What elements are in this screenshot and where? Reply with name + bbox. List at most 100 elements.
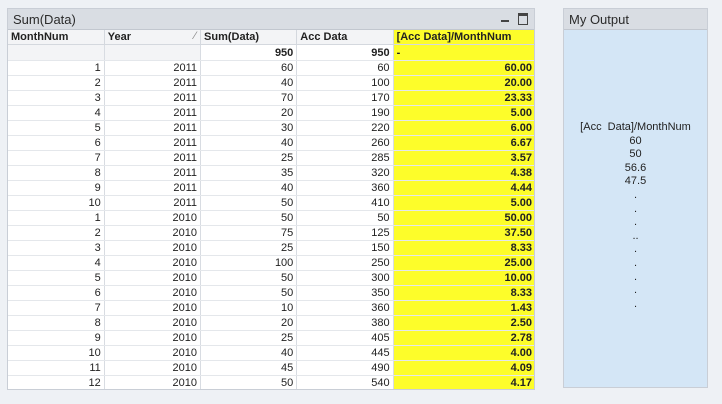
cell-sum-data: 20 bbox=[200, 105, 298, 121]
table-row[interactable]: 6 2010 50 350 8.33 bbox=[8, 285, 534, 301]
table-row[interactable]: 2 2011 40 100 20.00 bbox=[8, 75, 534, 91]
cell-sum-data: 50 bbox=[200, 375, 298, 389]
cell-ratio: 37.50 bbox=[393, 225, 534, 241]
column-header-acc-data[interactable]: Acc Data bbox=[296, 30, 394, 45]
table-row[interactable]: 3 2010 25 150 8.33 bbox=[8, 240, 534, 256]
table-row[interactable]: 1 2010 50 50 50.00 bbox=[8, 210, 534, 226]
column-header-year-label: Year bbox=[107, 31, 132, 43]
cell-acc-data: 360 bbox=[296, 180, 394, 196]
cell-ratio: 5.00 bbox=[393, 195, 534, 211]
table-row[interactable]: 9 2010 25 405 2.78 bbox=[8, 330, 534, 346]
cell-acc-data: 410 bbox=[296, 195, 394, 211]
cell-acc-data: 285 bbox=[296, 150, 394, 166]
cell-sum-data: 50 bbox=[200, 195, 298, 211]
output-value: 60 bbox=[629, 134, 642, 147]
cell-acc-data: 50 bbox=[296, 210, 394, 226]
table-row[interactable]: 5 2011 30 220 6.00 bbox=[8, 120, 534, 136]
cell-ratio: 6.00 bbox=[393, 120, 534, 136]
total-sum: 950 bbox=[200, 44, 298, 61]
cell-monthnum: 6 bbox=[8, 135, 105, 151]
cell-monthnum: 4 bbox=[8, 255, 105, 271]
table-row[interactable]: 7 2011 25 285 3.57 bbox=[8, 150, 534, 166]
output-panel-caption[interactable]: My Output bbox=[564, 9, 707, 30]
column-header-monthnum[interactable]: MonthNum bbox=[8, 30, 105, 45]
cell-acc-data: 260 bbox=[296, 135, 394, 151]
cell-monthnum: 7 bbox=[8, 150, 105, 166]
cell-year: 2011 bbox=[104, 150, 202, 166]
table-row[interactable]: 11 2010 45 490 4.09 bbox=[8, 360, 534, 376]
header-row: MonthNum Year ⁄ Sum(Data) Acc Data [Acc D… bbox=[8, 30, 534, 45]
table-row[interactable]: 4 2011 20 190 5.00 bbox=[8, 105, 534, 121]
cell-acc-data: 250 bbox=[296, 255, 394, 271]
cell-ratio: 23.33 bbox=[393, 90, 534, 106]
table-row[interactable]: 12 2010 50 540 4.17 bbox=[8, 375, 534, 389]
totals-blank bbox=[104, 44, 202, 61]
cell-monthnum: 1 bbox=[8, 210, 105, 226]
column-header-year[interactable]: Year ⁄ bbox=[104, 30, 202, 45]
main-panel-title: Sum(Data) bbox=[13, 11, 76, 27]
cell-monthnum: 9 bbox=[8, 330, 105, 346]
cell-monthnum: 5 bbox=[8, 120, 105, 136]
cell-acc-data: 60 bbox=[296, 60, 394, 76]
cell-ratio: 8.33 bbox=[393, 285, 534, 301]
table-row[interactable]: 8 2010 20 380 2.50 bbox=[8, 315, 534, 331]
total-acc: 950 bbox=[296, 44, 394, 61]
cell-monthnum: 10 bbox=[8, 345, 105, 361]
table-row[interactable]: 2 2010 75 125 37.50 bbox=[8, 225, 534, 241]
cell-year: 2010 bbox=[104, 210, 202, 226]
cell-monthnum: 3 bbox=[8, 90, 105, 106]
cell-sum-data: 40 bbox=[200, 75, 298, 91]
cell-year: 2010 bbox=[104, 330, 202, 346]
cell-acc-data: 350 bbox=[296, 285, 394, 301]
cell-sum-data: 25 bbox=[200, 330, 298, 346]
cell-year: 2011 bbox=[104, 90, 202, 106]
cell-monthnum: 4 bbox=[8, 105, 105, 121]
cell-sum-data: 60 bbox=[200, 60, 298, 76]
cell-year: 2011 bbox=[104, 120, 202, 136]
table-row[interactable]: 4 2010 100 250 25.00 bbox=[8, 255, 534, 271]
cell-acc-data: 490 bbox=[296, 360, 394, 376]
cell-year: 2010 bbox=[104, 270, 202, 286]
cell-acc-data: 380 bbox=[296, 315, 394, 331]
cell-ratio: 5.00 bbox=[393, 105, 534, 121]
sort-icon[interactable]: ⁄ bbox=[194, 30, 196, 42]
output-value: 50 bbox=[629, 148, 642, 161]
table-row[interactable]: 3 2011 70 170 23.33 bbox=[8, 90, 534, 106]
main-panel-caption[interactable]: Sum(Data) bbox=[8, 9, 534, 30]
cell-monthnum: 1 bbox=[8, 60, 105, 76]
cell-acc-data: 125 bbox=[296, 225, 394, 241]
cell-monthnum: 10 bbox=[8, 195, 105, 211]
column-header-ratio[interactable]: [Acc Data]/MonthNum bbox=[393, 30, 534, 45]
table-row[interactable]: 7 2010 10 360 1.43 bbox=[8, 300, 534, 316]
table-row[interactable]: 6 2011 40 260 6.67 bbox=[8, 135, 534, 151]
cell-year: 2010 bbox=[104, 225, 202, 241]
table-row[interactable]: 9 2011 40 360 4.44 bbox=[8, 180, 534, 196]
cell-ratio: 4.17 bbox=[393, 375, 534, 389]
table-row[interactable]: 1 2011 60 60 60.00 bbox=[8, 60, 534, 76]
cell-sum-data: 25 bbox=[200, 240, 298, 256]
cell-year: 2011 bbox=[104, 195, 202, 211]
output-heading: [Acc Data]/MonthNum bbox=[580, 121, 691, 133]
table-row[interactable]: 8 2011 35 320 4.38 bbox=[8, 165, 534, 181]
output-value: . bbox=[633, 256, 638, 269]
output-value: . bbox=[633, 284, 638, 297]
total-ratio: - bbox=[393, 44, 534, 61]
cell-acc-data: 190 bbox=[296, 105, 394, 121]
cell-year: 2011 bbox=[104, 135, 202, 151]
table-row[interactable]: 10 2010 40 445 4.00 bbox=[8, 345, 534, 361]
output-value: . bbox=[633, 202, 638, 215]
cell-ratio: 25.00 bbox=[393, 255, 534, 271]
cell-ratio: 10.00 bbox=[393, 270, 534, 286]
cell-monthnum: 2 bbox=[8, 225, 105, 241]
table-row[interactable]: 5 2010 50 300 10.00 bbox=[8, 270, 534, 286]
cell-ratio: 6.67 bbox=[393, 135, 534, 151]
cell-acc-data: 540 bbox=[296, 375, 394, 389]
maximize-icon[interactable] bbox=[517, 12, 529, 25]
cell-acc-data: 320 bbox=[296, 165, 394, 181]
cell-monthnum: 5 bbox=[8, 270, 105, 286]
minimize-icon[interactable] bbox=[499, 12, 511, 24]
cell-acc-data: 360 bbox=[296, 300, 394, 316]
table-row[interactable]: 10 2011 50 410 5.00 bbox=[8, 195, 534, 211]
cell-monthnum: 8 bbox=[8, 315, 105, 331]
column-header-sum-data[interactable]: Sum(Data) bbox=[200, 30, 298, 45]
